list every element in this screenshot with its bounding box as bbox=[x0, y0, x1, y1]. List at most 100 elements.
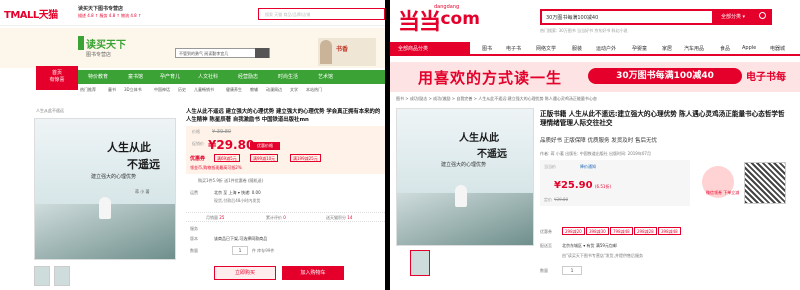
nav-item[interactable]: 食品 bbox=[720, 45, 730, 52]
cover-subtitle: 建立强大的心理优势 bbox=[91, 174, 137, 180]
stat-value: 25 bbox=[219, 215, 225, 220]
subnav-item[interactable]: 健康养生 bbox=[226, 87, 242, 93]
nav-item[interactable]: 特价教育 bbox=[88, 73, 108, 80]
thumbnail[interactable] bbox=[54, 266, 70, 286]
nav-item[interactable]: 网络文学 bbox=[536, 45, 556, 52]
subnav-item[interactable]: 动漫周边 bbox=[266, 87, 282, 93]
product-image[interactable]: 人生从此 不遥远 建立强大的心理优势 bbox=[396, 108, 534, 246]
brand-subtitle: 图书专营店 bbox=[86, 52, 112, 58]
nav-item[interactable]: 童书馆 bbox=[128, 73, 143, 80]
cover-subtitle: 建立强大的心理优势 bbox=[441, 162, 487, 168]
subnav-item[interactable]: 3D立体书 bbox=[124, 87, 142, 93]
nav-item[interactable]: 电器城 bbox=[770, 45, 785, 52]
coupon[interactable]: 798减48 bbox=[610, 227, 633, 235]
coupon-label: 优惠券 bbox=[540, 229, 552, 234]
search-icon[interactable] bbox=[255, 48, 269, 58]
coupon[interactable]: 298减20 bbox=[562, 227, 585, 235]
buy-now-button[interactable]: 立即购买 bbox=[214, 266, 276, 280]
delivery-value[interactable]: 北京东城区 ▾ 有货 满59元包邮 bbox=[562, 243, 617, 249]
nav-item[interactable]: Apple bbox=[742, 45, 756, 51]
coupon[interactable]: 398减48 bbox=[658, 227, 681, 235]
product-image[interactable]: 人生从此 不遥远 建立强大的心理优势 蒋 小 著 bbox=[34, 118, 176, 260]
subnav-item[interactable]: 教辅 bbox=[250, 87, 258, 93]
all-categories[interactable]: 全部商品分类 bbox=[390, 42, 470, 56]
coupon-extra[interactable]: 购买1件5.9折 送1件优惠卷 (随机送) bbox=[198, 178, 263, 184]
qr-code-icon[interactable] bbox=[744, 162, 786, 204]
coupon[interactable]: 满69减5元 bbox=[214, 154, 240, 162]
subnav-item[interactable]: 本站热门 bbox=[306, 87, 322, 93]
price-label: 当当价 bbox=[544, 164, 556, 169]
ad-text: 书香 bbox=[336, 46, 349, 53]
nav-item[interactable]: 汽车用品 bbox=[684, 45, 704, 52]
edition-value: 该商品已下架,可选择同款商品 bbox=[214, 236, 268, 241]
price-tag: 优惠价格 bbox=[250, 142, 280, 150]
quantity-label: 数量 bbox=[190, 248, 198, 253]
search-icon bbox=[759, 12, 766, 19]
wechat-promo[interactable]: 微信领券 下单立减 bbox=[700, 160, 790, 206]
original-price: ¥ 39.80 bbox=[212, 129, 232, 135]
nav-item[interactable]: 经营励志 bbox=[238, 73, 258, 80]
breadcrumb[interactable]: 图书 > 成功/励志 > 成功/激励 > 自我完善 > 人生从此不遥远:建立强大… bbox=[396, 96, 597, 102]
nav-item[interactable]: 孕婴童 bbox=[632, 45, 647, 52]
quantity-input[interactable]: 1 bbox=[562, 266, 582, 275]
nav-item[interactable]: 图书 bbox=[482, 45, 492, 52]
nav-item[interactable]: 人文社科 bbox=[198, 73, 218, 80]
nav-item[interactable]: 家居 bbox=[662, 45, 672, 52]
store-name[interactable]: 读买天下图书专营店 bbox=[78, 5, 123, 12]
quantity-label: 数量 bbox=[540, 268, 548, 273]
promo-price-label: 促销价 bbox=[192, 141, 204, 146]
sales-stats: 月销量 25 累计评价 0 送天猫积分 14 bbox=[186, 212, 385, 222]
nav-item[interactable]: 孕产育儿 bbox=[160, 73, 180, 80]
tmall-page: TMALL天猫 读买天下图书专营店 描述 4.8 ↑ 服务 4.8 ↑ 物流 4… bbox=[0, 0, 385, 290]
subnav-item[interactable]: 童书 bbox=[108, 87, 116, 93]
cover-title: 人生从此 bbox=[107, 141, 151, 154]
subnav-item[interactable]: 历史 bbox=[178, 87, 186, 93]
nav-item[interactable]: 时尚生活 bbox=[278, 73, 298, 80]
store-rating: 描述 4.8 ↑ 服务 4.8 ↑ 物流 4.8 ↑ bbox=[78, 13, 142, 18]
category-select[interactable]: 全部分类 ▾ bbox=[712, 9, 754, 25]
promo-banner[interactable]: 用喜欢的方式读一生 30万图书每满100减40 电子书每 bbox=[390, 62, 800, 92]
subnav-item[interactable]: 热门推荐 bbox=[80, 87, 96, 93]
coupon[interactable]: 398减30 bbox=[586, 227, 609, 235]
dangdang-logo-com: .com bbox=[434, 9, 480, 29]
price-notify-link[interactable]: 降价通知 bbox=[580, 164, 596, 170]
book-icon bbox=[78, 36, 84, 50]
subnav-item[interactable]: 中国神话 bbox=[154, 87, 170, 93]
store-search-input[interactable]: 不管到的勇气 阅读勤李宜几 bbox=[175, 48, 270, 58]
nav-item[interactable]: 艺术馆 bbox=[318, 73, 333, 80]
search-button[interactable] bbox=[754, 9, 772, 25]
shipping-value[interactable]: 北京 至 上海 ▾ 快递: 0.00 bbox=[214, 190, 261, 196]
stat-item[interactable]: 累计评价 0 bbox=[266, 215, 286, 221]
quantity-input[interactable]: 1 bbox=[232, 246, 248, 255]
coupon[interactable]: 满99减10元 bbox=[250, 154, 279, 162]
nav-item[interactable]: 运动户外 bbox=[596, 45, 616, 52]
breadcrumb[interactable]: 人生从此不遥远 bbox=[36, 108, 64, 114]
add-to-cart-button[interactable]: 加入购物车 bbox=[282, 266, 344, 280]
current-price: ¥25.90 bbox=[554, 180, 593, 191]
subnav-item[interactable]: 文学 bbox=[290, 87, 298, 93]
subnav-item[interactable]: 儿童畅销书 bbox=[194, 87, 214, 93]
hot-search[interactable]: 热门搜索: 30万图书 当当好书 京东好书 科幻小说 bbox=[540, 28, 628, 34]
thumbnail[interactable] bbox=[34, 266, 50, 286]
stat-item: 送天猫积分 14 bbox=[326, 215, 352, 221]
list-price-label: 定价 bbox=[544, 197, 552, 202]
nav-item[interactable]: 服装 bbox=[572, 45, 582, 52]
product-meta[interactable]: 作者: 蒋 小著 出版社: 中国铁道出版社 出版时间: 2019年07月 bbox=[540, 151, 651, 157]
banner-ad[interactable]: 书香 bbox=[318, 38, 376, 66]
store-brand[interactable]: 读买天下 图书专营店 bbox=[78, 36, 158, 64]
home-tab[interactable]: 首页 有惊喜 bbox=[36, 66, 78, 90]
coupon[interactable]: 298减28 bbox=[634, 227, 657, 235]
store-search-value: 不管到的勇气 阅读勤李宜几 bbox=[179, 51, 229, 56]
cover-title-2: 不遥远 bbox=[127, 158, 160, 171]
search-input[interactable]: 搜索 天猫 商品/品牌/店铺 bbox=[258, 8, 385, 20]
coupon[interactable]: 满199减25元 bbox=[290, 154, 321, 162]
product-subtitle: 品质好书 正版保障 优质服务 发货及时 售后无忧 bbox=[540, 138, 657, 144]
tmall-logo[interactable]: TMALL天猫 bbox=[4, 6, 58, 21]
banner-text: 用喜欢的方式读一生 bbox=[418, 69, 563, 87]
promo-code-text: 微信领券 下单立减 bbox=[706, 190, 740, 195]
nav-item[interactable]: 电子书 bbox=[506, 45, 521, 52]
thumbnail[interactable] bbox=[410, 250, 430, 276]
store-subnav: 热门推荐 童书 3D立体书 中国神话 历史 儿童畅销书 健康养生 教辅 动漫周边… bbox=[78, 86, 385, 96]
cover-author: 蒋 小 著 bbox=[135, 189, 150, 194]
search-value: 30万图书每满100减40 bbox=[546, 15, 599, 21]
